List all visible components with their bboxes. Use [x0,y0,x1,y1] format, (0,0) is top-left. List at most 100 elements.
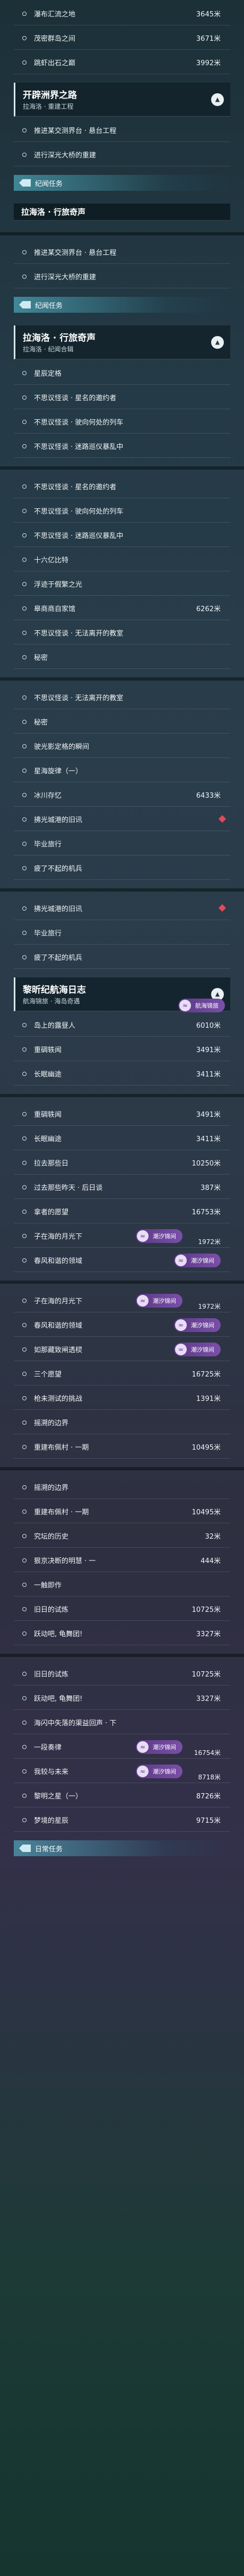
quest-chain-header[interactable]: 拉海洛 · 行旅奇声 拉海洛 · 纪闻合辑 ▲ [14,325,230,359]
quest-item[interactable]: 不思议怪谈 · 星名的邀约者 [14,386,230,409]
circle-bullet-icon [22,1671,27,1676]
quest-item[interactable]: 茂密群岛之间 3671米 [14,27,230,50]
quest-item[interactable]: 岛上的露昼人 6010米 [14,1013,230,1037]
quest-item[interactable]: 黎明之星（一） 8726米 [14,1784,230,1807]
circle-bullet-icon [22,792,27,797]
quest-item[interactable]: 不思议怪谈 · 无法离开的教室 [14,686,230,709]
quest-name: 疲了不起的机兵 [34,865,83,873]
circle-bullet-icon [22,1744,27,1749]
quest-item[interactable]: 究坛的历史 32米 [14,1524,230,1548]
quest-name: 重建布佩村 · 一期 [34,1508,89,1516]
quest-item[interactable]: 不思议怪谈 · 驶向何处的列车 [14,410,230,434]
quest-item[interactable]: 重建布佩村 · 一期 10495米 [14,1500,230,1523]
circle-bullet-icon [22,1396,27,1400]
chevron-up-icon[interactable]: ▲ [211,336,224,349]
quest-item[interactable]: 浮迹于假繁之光 [14,572,230,596]
quest-item[interactable]: 重碉轶闻 3491米 [14,1102,230,1126]
quest-item[interactable]: 旧日的试炼 10725米 [14,1598,230,1621]
wave-badge-icon: ≈ [175,1255,187,1266]
quest-name: 不思议怪谈 · 无法离开的教室 [34,630,124,638]
quest-item[interactable]: 狠京决断的明慧 · 一 444米 [14,1549,230,1572]
quest-item[interactable]: 如那藏致闸透棂 ≈ 潮汐锦间 [14,1338,230,1361]
circle-bullet-icon [22,419,27,424]
quest-item[interactable]: 秘密 [14,646,230,669]
category-label: 纪闻任务 [35,302,63,310]
quest-item[interactable]: 不思议怪谈 · 无法离开的教室 [14,621,230,645]
quest-item[interactable]: 旧日的试炼 10725米 [14,1662,230,1686]
quest-item[interactable]: 重碉轶闻 3491米 [14,1038,230,1061]
circle-bullet-icon [22,841,27,846]
quest-item[interactable]: 瀑布汇流之地 3645米 [14,2,230,25]
quest-item[interactable]: 拿者的愿望 16753米 [14,1200,230,1223]
circle-bullet-icon [22,630,27,635]
quest-item[interactable]: 进行深光大桥的重建 [14,265,230,288]
quest-item[interactable]: 不思议怪谈 · 驶向何处的列车 [14,499,230,523]
event-tag: ≈ 潮汐锦间 [174,1343,221,1356]
quest-distance: 444米 [201,1557,221,1565]
quest-item[interactable]: 推进某交测界台 · 悬台工程 [14,119,230,142]
quest-item[interactable]: 拉去那些日 10250米 [14,1151,230,1175]
chevron-up-icon[interactable]: ▲ [211,93,224,106]
event-tag: ≈ 潮汐锦间 [136,1294,182,1308]
quest-item[interactable]: 摇溯的边界 [14,1476,230,1499]
quest-item[interactable]: 春风和谐的领域 ≈ 潮汐锦间 [14,1249,230,1272]
event-tag: ≈ 潮汐锦间 [174,1318,221,1332]
quest-item[interactable]: 春风和谐的领域 ≈ 潮汐锦间 [14,1313,230,1337]
quest-item[interactable]: 一段奏律 16754米 ≈ 潮汐锦间 [14,1735,230,1759]
category-banner[interactable]: 纪闻任务 [14,297,230,313]
quest-item[interactable]: 一触即作 [14,1573,230,1596]
quest-item[interactable]: 拂光城港的旧讯 [14,897,230,920]
quest-item[interactable]: 星海旋律（一） [14,759,230,782]
quest-item[interactable]: 推进某交测界台 · 悬台工程 [14,241,230,264]
quest-item[interactable]: 长眠幽途 3411米 [14,1127,230,1150]
quest-item[interactable]: 星辰定格 [14,361,230,385]
quest-item[interactable]: 子在海的月光下 1972米 ≈ 潮汐锦间 [14,1289,230,1312]
quest-item[interactable]: 疲了不起的机兵 [14,857,230,880]
quest-item[interactable]: 长眠幽途 3411米 [14,1062,230,1086]
circle-bullet-icon [22,11,27,16]
category-banner[interactable]: 纪闻任务 [14,175,230,191]
quest-item[interactable]: 秘密 [14,710,230,734]
quest-item[interactable]: 摇溯的边界 [14,1411,230,1434]
quest-chain-bar[interactable]: 拉海洛 · 行旅奇声 [14,204,230,220]
category-banner[interactable]: 日常任务 [14,1840,230,1856]
quest-item[interactable]: 梦境的星辰 9715米 [14,1809,230,1832]
quest-item[interactable]: 枪未测试的挑战 1391米 [14,1387,230,1410]
quest-item[interactable]: 跃动吧, 龟舞团! 3327米 [14,1687,230,1710]
circle-bullet-icon [22,955,27,959]
quest-chain-header[interactable]: 黎昕纪航海日志 航海锦旅 · 海岛奇遇 ▲ ≈ 航海锦旅 [14,977,230,1012]
quest-item[interactable]: 不思议怪谈 · 迷路巡仪暴乱中 [14,435,230,458]
section-divider [0,1281,244,1284]
quest-item[interactable]: 毕业旅行 [14,921,230,945]
quest-name: 黎明之星（一） [34,1793,83,1801]
circle-bullet-icon [22,1720,27,1725]
quest-name: 长眠幽途 [34,1071,62,1079]
quest-item[interactable]: 拂光城港的旧讯 [14,808,230,831]
circle-bullet-icon [22,1047,27,1052]
quest-name: 不思议怪谈 · 星名的邀约者 [34,483,117,491]
section-divider [0,888,244,892]
quest-name: 进行深光大桥的重建 [34,152,97,160]
quest-item[interactable]: 跃动吧, 龟舞团! 3327米 [14,1622,230,1645]
quest-chain-header[interactable]: 开辟洲界之路 拉海洛 · 重建工程 ▲ [14,83,230,117]
quest-item[interactable]: 不思议怪谈 · 迷路巡仪暴乱中 [14,524,230,547]
quest-name: 茂密群岛之间 [34,35,76,43]
quest-item[interactable]: 重建布佩村 · 一期 10495米 [14,1435,230,1459]
quest-item[interactable]: 过去那些昨天 · 后日谈 387米 [14,1176,230,1199]
quest-item[interactable]: 进行深光大桥的重建 [14,143,230,166]
quest-item[interactable]: 子在海的月光下 1972米 ≈ 潮汐锦间 [14,1224,230,1248]
quest-item[interactable]: 疲了不起的机兵 [14,946,230,969]
quest-item[interactable]: 十六亿比特 [14,548,230,571]
quest-item[interactable]: 冰川存忆 6433米 [14,783,230,807]
quest-item[interactable]: 海闪中失落的渠益回声 · 下 [14,1711,230,1734]
quest-distance: 9715米 [196,1817,221,1825]
quest-item[interactable]: 驶光影定格的瞬间 [14,735,230,758]
quest-item[interactable]: 我较与未来 8718米 ≈ 潮汐锦间 [14,1760,230,1783]
circle-bullet-icon [22,1769,27,1774]
quest-item[interactable]: 毕业旅行 [14,832,230,855]
section-divider [0,677,244,681]
quest-item[interactable]: 三个愿望 16725米 [14,1362,230,1386]
quest-item[interactable]: 跳虾出石之巅 3992米 [14,51,230,74]
quest-item[interactable]: 不思议怪谈 · 星名的邀约者 [14,475,230,498]
quest-item[interactable]: 皋商商自家馆 6262米 [14,597,230,620]
